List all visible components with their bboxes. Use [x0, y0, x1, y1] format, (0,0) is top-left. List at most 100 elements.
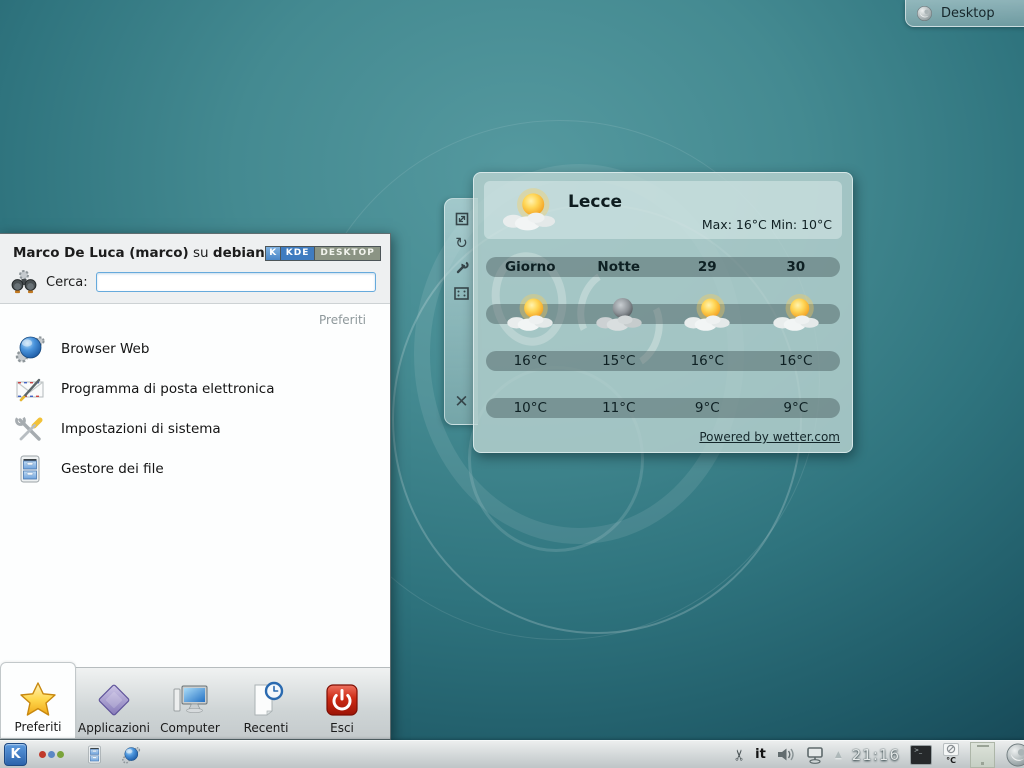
- digital-clock[interactable]: 21:16: [852, 746, 900, 764]
- file-manager-icon: [14, 453, 46, 485]
- panel-left-group: K: [0, 743, 141, 766]
- desktop-toolbox[interactable]: Desktop: [905, 0, 1024, 27]
- kde-logo-icon: K: [266, 247, 281, 260]
- desktop-toolbox-label: Desktop: [941, 6, 995, 21]
- badge-kde-label: KDE: [281, 247, 316, 260]
- kmenu-button[interactable]: K: [4, 743, 27, 766]
- col-header: Giorno: [486, 259, 575, 275]
- tab-label: Applicazioni: [78, 721, 150, 735]
- system-settings-icon: [14, 413, 46, 445]
- tab-recenti[interactable]: Recenti: [228, 667, 304, 739]
- user-name: Marco De Luca (marco): [13, 245, 189, 261]
- tray-expander-icon[interactable]: ▲: [835, 750, 842, 760]
- kickoff-menu: Marco De Luca (marco) su debian K KDE DE…: [0, 233, 391, 740]
- weather-widget[interactable]: Lecce Max: 16°C Min: 10°C Giorno Notte 2…: [473, 172, 853, 453]
- panel-mini-widget[interactable]: [970, 742, 995, 768]
- night-temp: 10°C: [486, 400, 575, 416]
- col-header: Notte: [575, 259, 664, 275]
- day-temp: 15°C: [575, 353, 664, 369]
- weather-day-temps: 16°C 15°C 16°C 16°C: [486, 351, 840, 371]
- tab-label: Computer: [160, 721, 220, 735]
- weather-icon-row: [486, 291, 840, 335]
- configure-wrench-icon[interactable]: [454, 260, 470, 276]
- web-browser-launcher-icon[interactable]: [121, 745, 141, 765]
- resize-icon[interactable]: [454, 211, 470, 227]
- kickoff-favorites-list: Preferiti Browser Web Programma di posta…: [0, 303, 390, 667]
- maximize-icon[interactable]: [454, 285, 470, 301]
- green-dot-icon: [57, 751, 64, 758]
- favorite-item-system-settings[interactable]: Impostazioni di sistema: [0, 409, 390, 449]
- blue-dot-icon: [48, 751, 55, 758]
- tab-esci[interactable]: Esci: [304, 667, 380, 739]
- night-temp: 11°C: [575, 400, 664, 416]
- weather-maxmin: Max: 16°C Min: 10°C: [702, 217, 832, 232]
- bottom-panel: K ✂ it ▲ 21:16 >_ °C: [0, 740, 1024, 768]
- desktop: { "desktop": { "toolbox_label": "Desktop…: [0, 0, 1024, 768]
- kickoff-header: Marco De Luca (marco) su debian K KDE DE…: [0, 234, 390, 264]
- file-manager-launcher-icon[interactable]: [84, 744, 105, 765]
- night-temp: 9°C: [752, 400, 841, 416]
- tab-label: Preferiti: [15, 720, 62, 734]
- tab-label: Recenti: [244, 721, 289, 735]
- moon-cloud-icon: [592, 292, 646, 334]
- system-tray: ✂ it ▲ 21:16 >_ °C: [733, 742, 1024, 768]
- weather-tray-label: °C: [946, 756, 956, 766]
- tab-applicazioni[interactable]: Applicazioni: [76, 667, 152, 739]
- user-connector: su: [193, 245, 209, 261]
- cashew-icon: [916, 5, 933, 22]
- favorite-item-label: Browser Web: [61, 341, 149, 357]
- favorite-item-label: Programma di posta elettronica: [61, 381, 274, 397]
- volume-icon[interactable]: [776, 746, 795, 763]
- day-temp: 16°C: [752, 353, 841, 369]
- sun-cloud-icon: [503, 292, 557, 334]
- network-monitor-icon[interactable]: [805, 746, 825, 764]
- klipper-scissors-icon[interactable]: ✂: [730, 748, 748, 761]
- tab-computer[interactable]: Computer: [152, 667, 228, 739]
- favorite-item-mail[interactable]: Programma di posta elettronica: [0, 369, 390, 409]
- night-temp: 9°C: [663, 400, 752, 416]
- weather-city: Lecce: [568, 192, 622, 212]
- tab-preferiti[interactable]: Preferiti: [0, 662, 76, 738]
- favorite-item-label: Gestore dei file: [61, 461, 164, 477]
- day-temp: 16°C: [486, 353, 575, 369]
- search-input[interactable]: [96, 272, 376, 292]
- search-label: Cerca:: [46, 275, 88, 290]
- weather-column-headers: Giorno Notte 29 30: [486, 257, 840, 277]
- weather-header: Lecce Max: 16°C Min: 10°C: [484, 181, 842, 239]
- host-name: debian: [213, 245, 265, 261]
- rotate-icon[interactable]: ↻: [455, 236, 468, 251]
- binoculars-icon: [10, 269, 38, 295]
- favorite-item-file-manager[interactable]: Gestore dei file: [0, 449, 390, 489]
- applications-diamond-icon: [94, 680, 134, 720]
- star-icon: [18, 679, 58, 719]
- keyboard-layout-indicator[interactable]: it: [755, 747, 766, 762]
- weather-tray-icon[interactable]: °C: [942, 743, 960, 767]
- kickoff-tab-bar: Preferiti Applicazioni Computer: [0, 667, 390, 739]
- favorites-section-label: Preferiti: [0, 304, 390, 329]
- favorite-item-label: Impostazioni di sistema: [61, 421, 221, 437]
- close-icon[interactable]: ✕: [454, 392, 468, 412]
- konsole-icon[interactable]: >_: [910, 745, 932, 765]
- no-data-icon: [943, 743, 959, 756]
- kickoff-search-row: Cerca:: [0, 264, 390, 303]
- mail-icon: [14, 373, 46, 405]
- tab-label: Esci: [330, 721, 354, 735]
- activity-dots-icon[interactable]: [39, 751, 66, 758]
- power-icon: [322, 680, 362, 720]
- sun-cloud-icon: [769, 292, 823, 334]
- sun-cloud-icon: [498, 185, 560, 235]
- favorite-item-browser[interactable]: Browser Web: [0, 329, 390, 369]
- col-header: 29: [663, 259, 752, 275]
- user-info: Marco De Luca (marco) su debian: [13, 245, 265, 261]
- computer-icon: [170, 680, 210, 720]
- weather-credit-link[interactable]: Powered by wetter.com: [699, 430, 840, 444]
- col-header: 30: [752, 259, 841, 275]
- konsole-prompt: >_: [914, 748, 922, 754]
- web-browser-icon: [14, 333, 46, 365]
- kde-desktop-badge: K KDE DESKTOP: [265, 246, 381, 261]
- badge-desktop-label: DESKTOP: [315, 247, 379, 260]
- day-temp: 16°C: [663, 353, 752, 369]
- panel-cashew-icon[interactable]: [1005, 742, 1024, 768]
- weather-night-temps: 10°C 11°C 9°C 9°C: [486, 398, 840, 418]
- red-dot-icon: [39, 751, 46, 758]
